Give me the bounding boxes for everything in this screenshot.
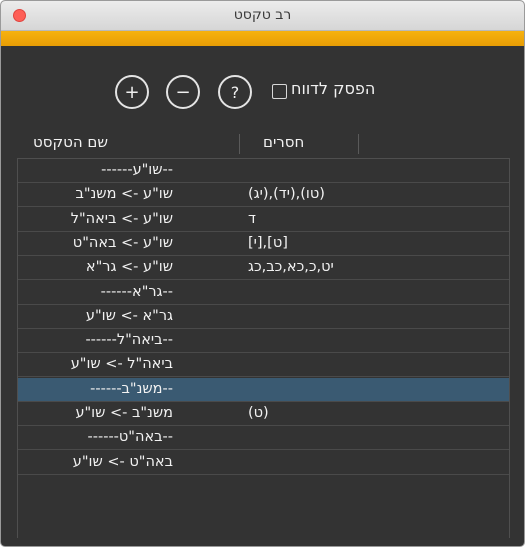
table-row[interactable]: באה"ט -> שו"ע [18, 451, 509, 475]
stop-reporting-checkbox[interactable] [272, 84, 287, 99]
table-row[interactable]: משנ"ב -> שו"ע (ט) [18, 402, 509, 426]
missing-cell: ד [248, 210, 256, 227]
add-button[interactable]: + [115, 75, 149, 109]
question-icon: ? [230, 82, 240, 102]
column-divider[interactable] [239, 134, 240, 154]
text-name-cell: שו"ע -> משנ"ב [75, 186, 173, 203]
app-window: רב טקסט + − ? הפסק לדווח שם הטקסט חסרים … [0, 0, 525, 547]
missing-cell: (ט) [248, 405, 269, 421]
table-row[interactable]: --גר"א------ [18, 281, 509, 305]
minus-icon: − [175, 81, 191, 103]
text-name-cell: --גר"א------ [100, 283, 173, 300]
text-name-cell: ביאה"ל -> שו"ע [70, 356, 173, 373]
stop-reporting-label: הפסק לדווח [291, 79, 376, 98]
text-name-cell: שו"ע -> באה"ט [72, 234, 173, 251]
table-row[interactable]: --באה"ט------ [18, 426, 509, 451]
text-name-cell: גר"א -> שו"ע [85, 307, 173, 324]
column-header-name[interactable]: שם הטקסט [33, 133, 108, 151]
missing-cell: (טו),(יד),(יג) [248, 186, 325, 203]
text-name-cell: --באה"ט------ [87, 429, 173, 446]
table-row[interactable]: --ביאה"ל------ [18, 329, 509, 354]
accent-bar [1, 31, 524, 46]
missing-cell: יט,כ,כא,כב,כג [248, 259, 334, 276]
plus-icon: + [124, 81, 140, 103]
table-row[interactable]: שו"ע -> באה"ט [ט],[י] [18, 232, 509, 256]
help-button[interactable]: ? [218, 75, 252, 109]
text-name-cell: שו"ע -> גר"א [85, 259, 173, 276]
table-row[interactable]: שו"ע -> גר"א יט,כ,כא,כב,כג [18, 256, 509, 281]
text-name-cell: --משנ"ב------ [90, 380, 173, 397]
window-title: רב טקסט [233, 7, 292, 23]
missing-cell: [ט],[י] [248, 234, 288, 251]
title-bar: רב טקסט [1, 1, 524, 31]
texts-table: --שו"ע------ שו"ע -> משנ"ב (טו),(יד),(יג) ש… [17, 158, 510, 538]
column-divider[interactable] [358, 134, 359, 154]
text-name-cell: --ביאה"ל------ [85, 332, 173, 349]
text-name-cell: שו"ע -> ביאה"ל [70, 210, 173, 227]
table-row[interactable]: --שו"ע------ [18, 159, 509, 183]
remove-button[interactable]: − [166, 75, 200, 109]
table-row[interactable]: --משנ"ב------ [18, 377, 509, 402]
table-row[interactable]: ביאה"ל -> שו"ע [18, 353, 509, 378]
text-name-cell: משנ"ב -> שו"ע [75, 405, 173, 421]
text-name-cell: --שו"ע------ [101, 162, 173, 178]
table-row[interactable]: שו"ע -> ביאה"ל ד [18, 208, 509, 232]
table-row[interactable]: שו"ע -> משנ"ב (טו),(יד),(יג) [18, 183, 509, 208]
table-row[interactable]: גר"א -> שו"ע [18, 305, 509, 329]
table-header: שם הטקסט חסרים [17, 132, 510, 158]
text-name-cell: באה"ט -> שו"ע [72, 453, 173, 470]
column-header-missing[interactable]: חסרים [263, 133, 304, 151]
toolbar: + − ? הפסק לדווח [1, 46, 524, 132]
